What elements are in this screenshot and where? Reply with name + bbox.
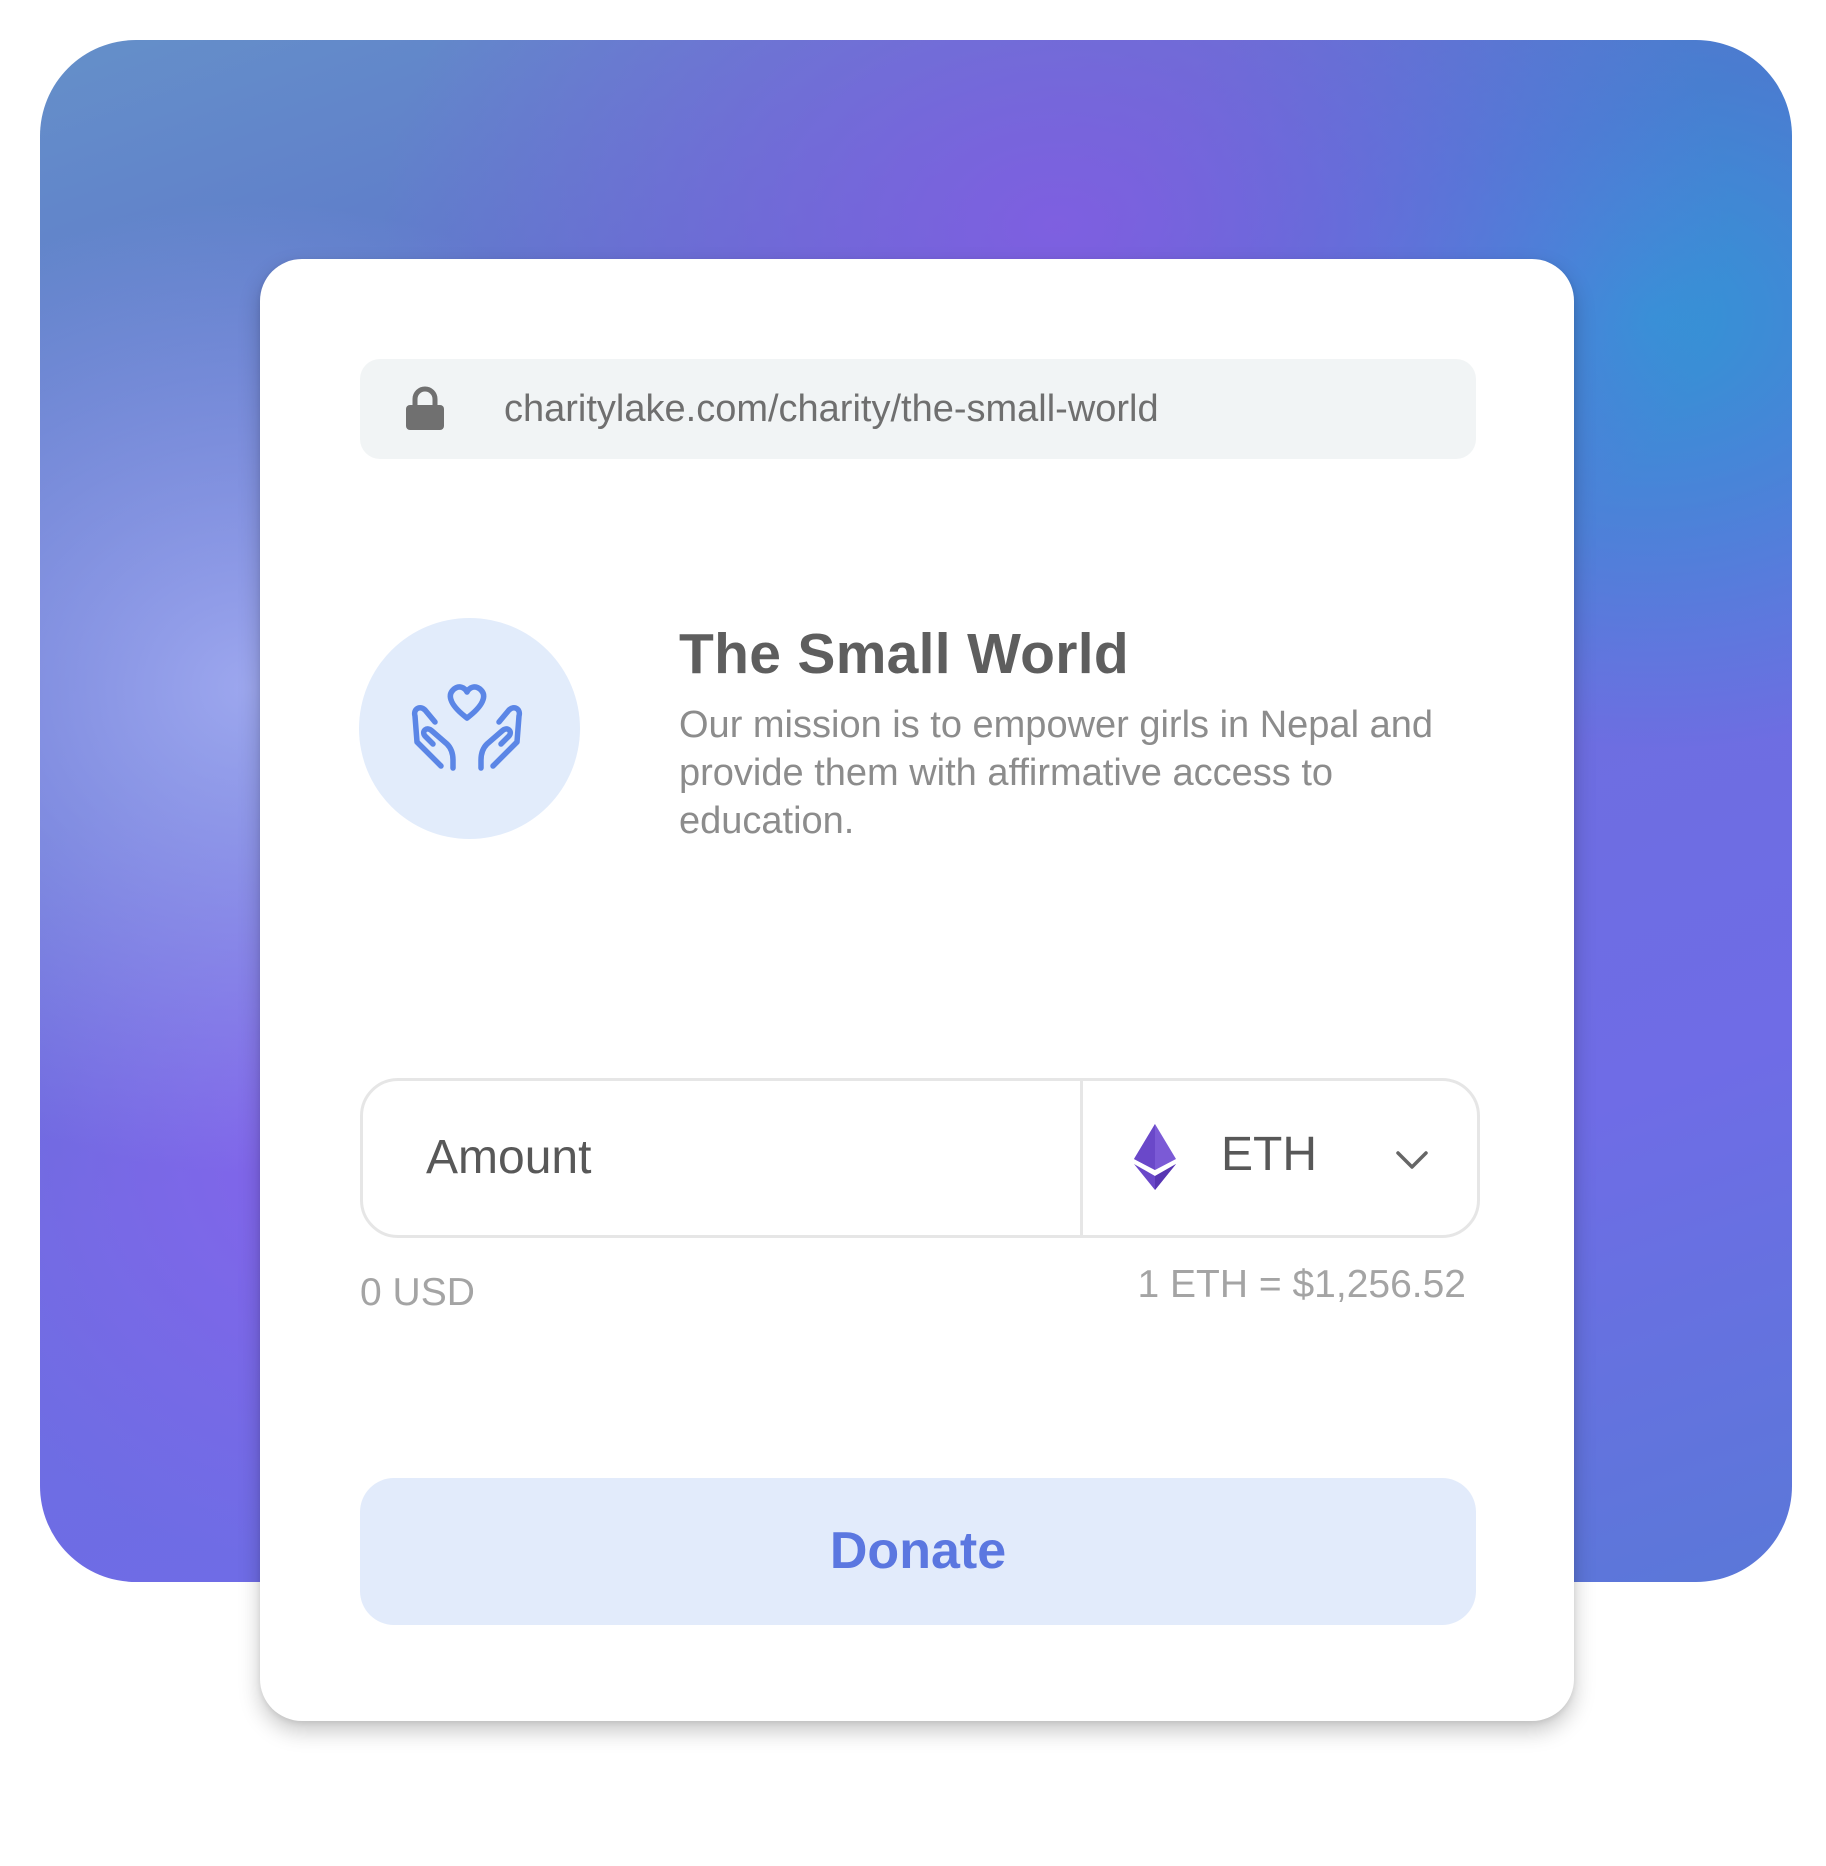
- donate-button[interactable]: Donate: [360, 1478, 1476, 1625]
- currency-label: ETH: [1221, 1128, 1317, 1181]
- charity-name: The Small World: [679, 622, 1130, 686]
- charity-description: Our mission is to empower girls in Nepal…: [679, 704, 1433, 842]
- donation-card: charitylake.com/charity/the-small-world …: [260, 259, 1574, 1721]
- hands-heart-icon: [411, 684, 523, 771]
- usd-equivalent: 0 USD: [360, 1271, 475, 1314]
- address-bar[interactable]: charitylake.com/charity/the-small-world: [360, 359, 1476, 459]
- amount-field-group: Amount ETH: [360, 1078, 1480, 1238]
- url-text: charitylake.com/charity/the-small-world: [504, 388, 1159, 430]
- amount-input[interactable]: Amount: [426, 1081, 591, 1235]
- currency-select[interactable]: ETH: [1083, 1081, 1477, 1235]
- lock-icon: [406, 386, 444, 430]
- chevron-down-icon: [1396, 1151, 1428, 1169]
- exchange-rate: 1 ETH = $1,256.52: [1137, 1263, 1466, 1306]
- charity-logo: [359, 618, 580, 839]
- ethereum-icon: [1134, 1124, 1176, 1190]
